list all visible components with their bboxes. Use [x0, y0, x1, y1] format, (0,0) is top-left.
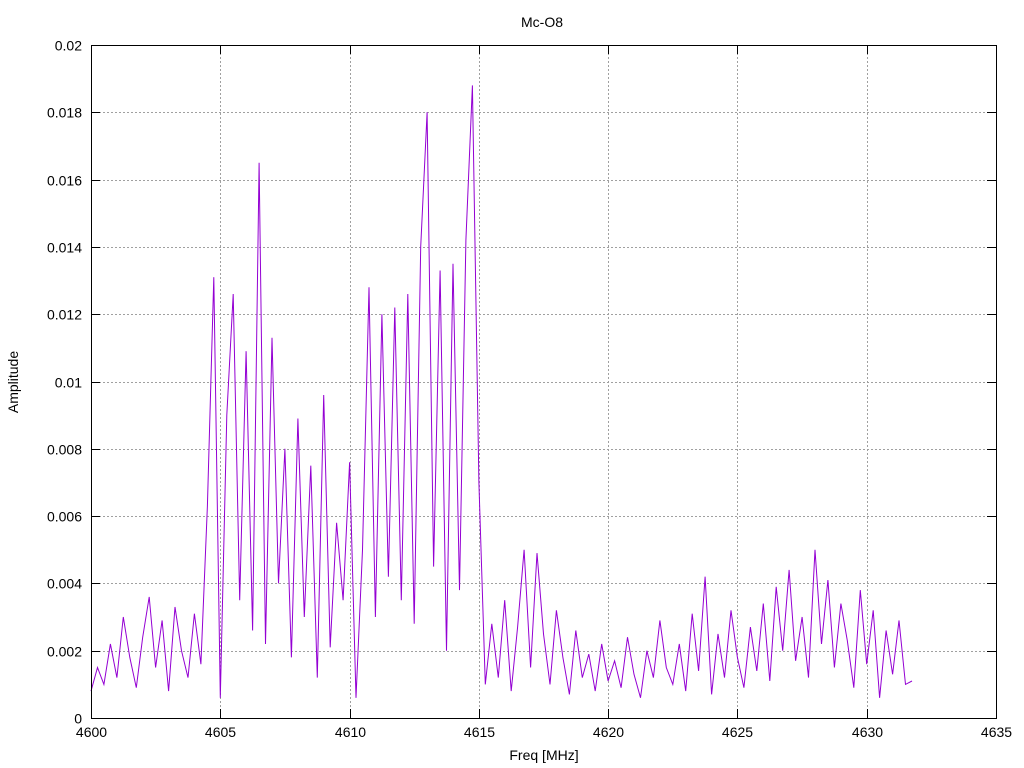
y-tick-label: 0.02	[55, 38, 82, 54]
y-tick-label: 0.004	[47, 576, 82, 592]
x-tick-label: 4605	[205, 724, 236, 740]
y-tick-label: 0.012	[47, 307, 82, 323]
x-tick-label: 4600	[76, 724, 107, 740]
y-tick-label: 0.006	[47, 509, 82, 525]
chart-title: Mc-O8	[521, 14, 563, 30]
x-tick-label: 4620	[593, 724, 624, 740]
grid	[91, 45, 996, 718]
y-tick-label: 0.016	[47, 173, 82, 189]
x-tick-label: 4625	[722, 724, 753, 740]
x-tick-label: 4630	[852, 724, 883, 740]
y-tick-label: 0.008	[47, 442, 82, 458]
x-tick-label: 4635	[981, 724, 1012, 740]
x-axis-label: Freq [MHz]	[509, 747, 578, 763]
y-tick-label: 0.018	[47, 105, 82, 121]
x-tick-label: 4610	[335, 724, 366, 740]
y-axis-label: Amplitude	[5, 351, 21, 413]
y-tick-label: 0.002	[47, 644, 82, 660]
x-tick-label: 4615	[464, 724, 495, 740]
chart: 00.0020.0040.0060.0080.010.0120.0140.016…	[5, 14, 1012, 763]
y-tick-label: 0.01	[55, 375, 82, 391]
series-line-mc-o8	[90, 85, 913, 698]
y-tick-label: 0.014	[47, 240, 82, 256]
